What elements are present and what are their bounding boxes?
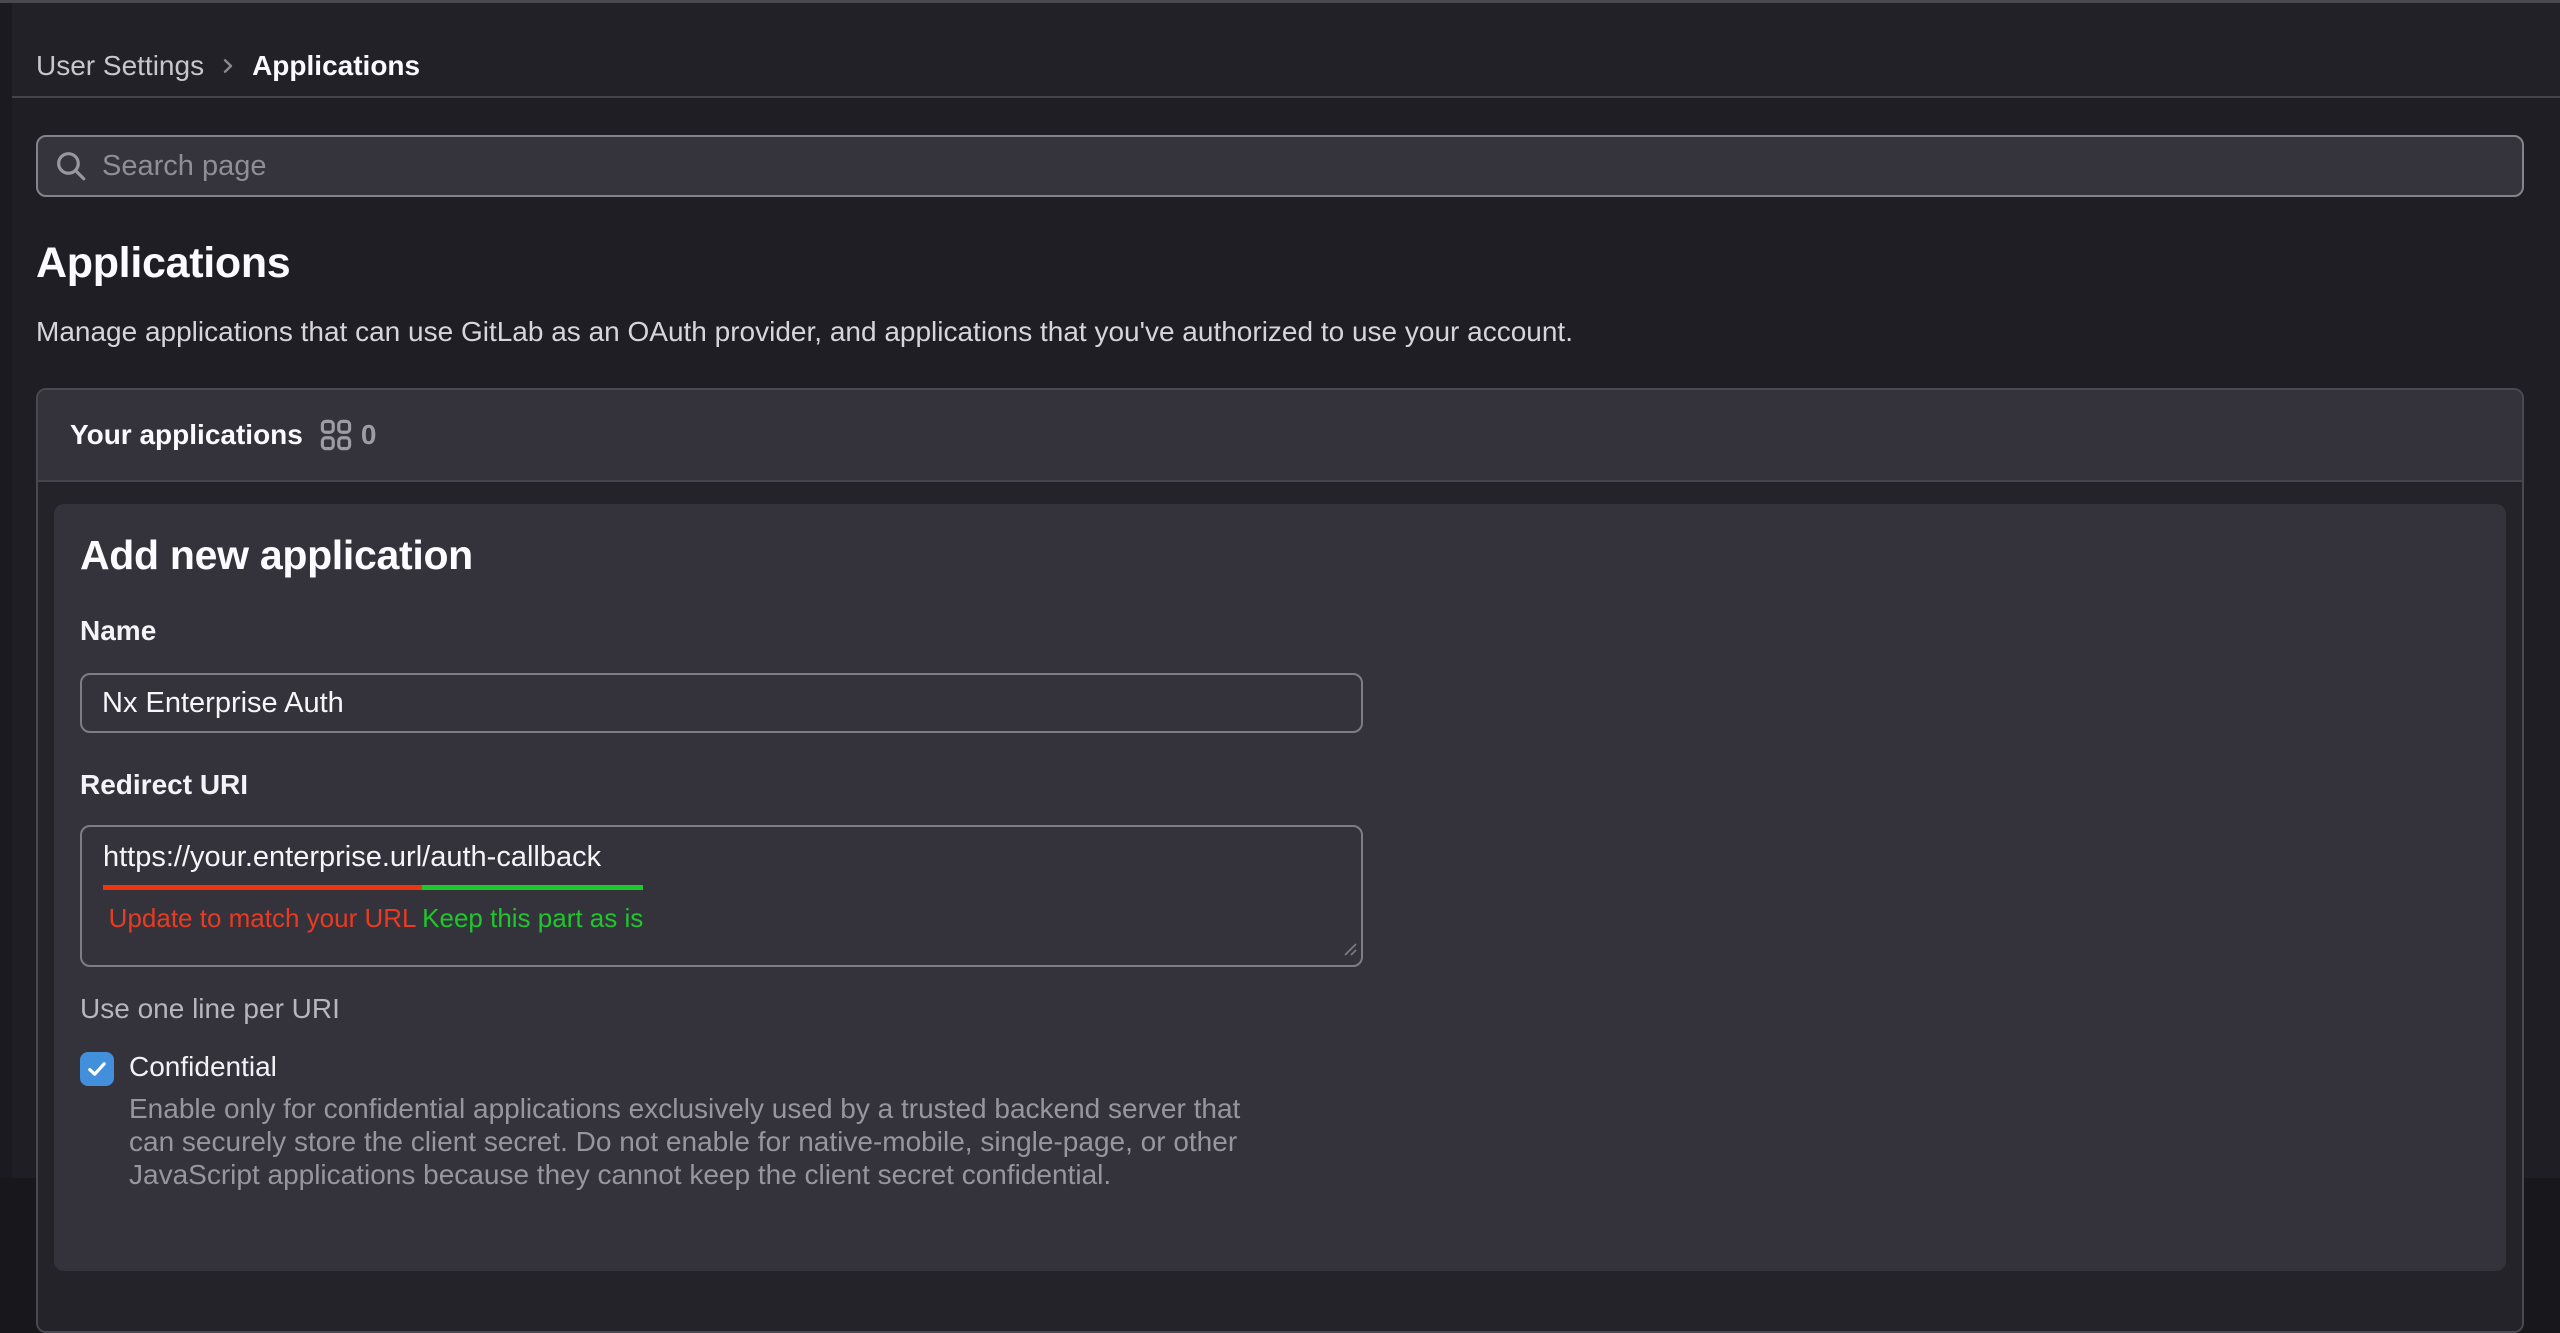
uri-green-column: /auth-callback Keep this part as is (422, 840, 643, 934)
your-applications-card: Your applications 0 Add new application … (36, 388, 2524, 1333)
search-box[interactable] (36, 135, 2524, 197)
confidential-checkbox[interactable] (80, 1052, 114, 1086)
apps-grid-icon (319, 418, 353, 452)
applications-count: 0 (361, 419, 377, 451)
textarea-resize-handle-icon[interactable] (1336, 935, 1358, 962)
annotation-update-url: Update to match your URL (109, 903, 417, 934)
breadcrumb: User Settings Applications (36, 50, 420, 82)
main-content: Applications Manage applications that ca… (0, 135, 2560, 1333)
confidential-row: Confidential Enable only for confidentia… (80, 1051, 2480, 1191)
uri-red-column: https://your.enterprise.url Update to ma… (103, 840, 422, 934)
confidential-description-line: can securely store the client secret. Do… (129, 1125, 1240, 1158)
application-name-input[interactable] (80, 673, 1363, 733)
breadcrumb-current: Applications (252, 50, 420, 82)
your-applications-header: Your applications 0 (38, 390, 2522, 482)
redirect-uri-red-part: https://your.enterprise.url (103, 840, 422, 890)
search-input[interactable] (102, 137, 2506, 195)
annotation-keep-part: Keep this part as is (422, 903, 643, 934)
your-applications-title: Your applications (70, 419, 303, 451)
page-title: Applications (36, 239, 2524, 288)
confidential-text-block: Confidential Enable only for confidentia… (129, 1051, 1240, 1191)
card-body: Add new application Name Redirect URI ht… (38, 482, 2522, 1331)
chevron-right-icon (216, 54, 240, 78)
window-left-edge (0, 3, 12, 1178)
confidential-label[interactable]: Confidential (129, 1051, 277, 1082)
add-application-title: Add new application (80, 532, 2480, 579)
breadcrumb-user-settings[interactable]: User Settings (36, 50, 204, 82)
redirect-uri-label: Redirect URI (80, 769, 2480, 801)
confidential-description-line: Enable only for confidential application… (129, 1092, 1240, 1125)
redirect-uri-value: https://your.enterprise.url Update to ma… (103, 840, 1361, 934)
page-description: Manage applications that can use GitLab … (36, 316, 2524, 348)
redirect-uri-green-part: /auth-callback (422, 840, 643, 890)
search-icon (54, 149, 88, 183)
redirect-uri-textarea[interactable]: https://your.enterprise.url Update to ma… (80, 825, 1363, 967)
name-label: Name (80, 615, 2480, 647)
add-application-panel: Add new application Name Redirect URI ht… (54, 504, 2506, 1271)
confidential-description-line: JavaScript applications because they can… (129, 1158, 1240, 1191)
check-icon (84, 1056, 110, 1082)
breadcrumb-bar: User Settings Applications (0, 3, 2560, 98)
confidential-description: Enable only for confidential application… (129, 1092, 1240, 1191)
redirect-uri-help: Use one line per URI (80, 993, 2480, 1025)
